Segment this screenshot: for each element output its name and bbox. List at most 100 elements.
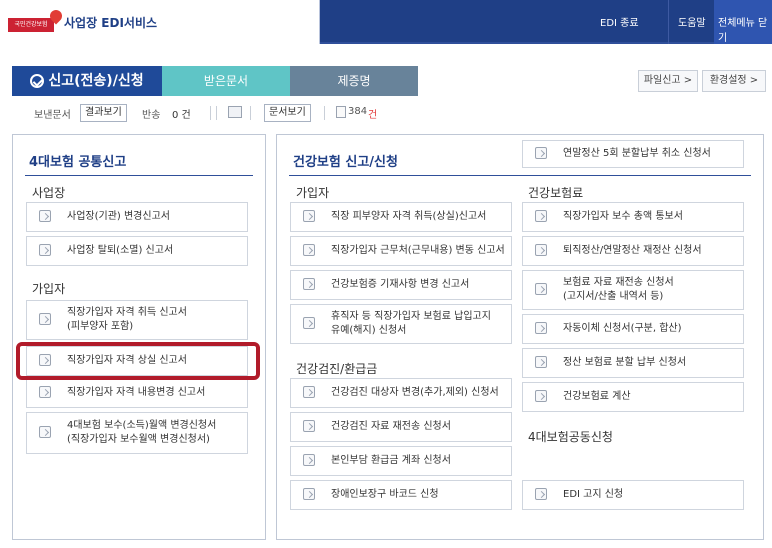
form-doc-icon xyxy=(303,317,315,329)
form-settlement-installment[interactable]: 정산 보험료 분할 납부 신청서 xyxy=(522,348,744,378)
form-label: 직장가입자 자격 취득 신고서 (피부양자 포함) xyxy=(67,307,187,332)
nhis-logo[interactable]: 국민건강보험 xyxy=(8,18,54,32)
doc-view-button[interactable]: 문서보기 xyxy=(264,104,311,122)
form-doc-icon xyxy=(39,244,51,256)
form-label: 건강검진 대상자 변경(추가,제외) 신청서 xyxy=(331,387,499,398)
form-doc-icon xyxy=(303,420,315,432)
form-label: 사업장 탈퇴(소멸) 신고서 xyxy=(67,245,174,256)
toolbar-divider xyxy=(216,106,217,120)
form-doc-icon xyxy=(535,283,547,295)
form-label: 직장가입자 자격 내용변경 신고서 xyxy=(67,387,206,398)
envelope-icon[interactable] xyxy=(228,106,242,118)
tab-certificates[interactable]: 제증명 xyxy=(290,66,418,96)
form-auto-transfer[interactable]: 자동이체 신청서(구분, 합산) xyxy=(522,314,744,344)
form-insurance-card-change[interactable]: 건강보험증 기재사항 변경 신고서 xyxy=(290,270,512,300)
form-label: 직장 피부양자 자격 취득(상실)신고서 xyxy=(331,211,487,222)
form-checkup-target-change[interactable]: 건강검진 대상자 변경(추가,제외) 신청서 xyxy=(290,378,512,408)
form-doc-icon xyxy=(535,147,547,159)
doc-count-unit: 건 xyxy=(368,110,378,121)
form-salary-change[interactable]: 4대보험 보수(소득)월액 변경신청서 (직장가입자 보수월액 변경신청서) xyxy=(26,412,248,454)
form-workplace-withdraw[interactable]: 사업장 탈퇴(소멸) 신고서 xyxy=(26,236,248,266)
highlight-annotation xyxy=(16,342,260,380)
form-label: 연말정산 5회 분할납부 취소 신청서 xyxy=(563,148,711,159)
form-label: 보험료 자료 재전송 신청서 (고지서/산출 내역서 등) xyxy=(563,277,674,302)
form-label: 퇴직정산/연말정산 재정산 신청서 xyxy=(563,245,702,256)
tab-label: 신고(전송)/신청 xyxy=(48,73,144,89)
form-label: 장애인보장구 바코드 신청 xyxy=(331,489,439,500)
form-doc-icon xyxy=(39,386,51,398)
header-divider xyxy=(668,0,669,44)
form-workplace-change[interactable]: 사업장(기관) 변경신고서 xyxy=(26,202,248,232)
help-link[interactable]: 도움말 xyxy=(678,14,706,29)
form-premium-resend[interactable]: 보험료 자료 재전송 신청서 (고지서/산출 내역서 등) xyxy=(522,270,744,310)
panel-title: 4대보험 공통신고 xyxy=(29,155,127,170)
form-doc-icon xyxy=(303,210,315,222)
doc-count-number[interactable]: 384 xyxy=(348,106,367,117)
form-doc-icon xyxy=(535,322,547,334)
form-workplace-transfer[interactable]: 직장가입자 근무처(근무내용) 변동 신고서 xyxy=(290,236,512,266)
form-doc-icon xyxy=(303,386,315,398)
form-label: 건강보험증 기재사항 변경 신고서 xyxy=(331,279,470,290)
form-edi-notice[interactable]: EDI 고지 신청 xyxy=(522,480,744,510)
form-doc-icon xyxy=(535,210,547,222)
form-label: 4대보험 보수(소득)월액 변경신청서 (직장가입자 보수월액 변경신청서) xyxy=(67,420,217,445)
panel-title: 건강보험 신고/신청 xyxy=(293,155,398,170)
section-title-common-apply: 4대보험공동신청 xyxy=(528,430,613,444)
edi-exit-link[interactable]: EDI 종료 xyxy=(600,14,639,29)
form-leave-payment-deferral[interactable]: 휴직자 등 직장가입자 보험료 납입고지 유예(해지) 신청서 xyxy=(290,304,512,344)
form-premium-calculator[interactable]: 건강보험료 계산 xyxy=(522,382,744,412)
form-qualification-acquire[interactable]: 직장가입자 자격 취득 신고서 (피부양자 포함) xyxy=(26,300,248,340)
form-disability-barcode[interactable]: 장애인보장구 바코드 신청 xyxy=(290,480,512,510)
form-label: 직장가입자 근무처(근무내용) 변동 신고서 xyxy=(331,245,505,256)
form-dependent-qualification[interactable]: 직장 피부양자 자격 취득(상실)신고서 xyxy=(290,202,512,232)
form-doc-icon xyxy=(303,278,315,290)
section-title-workplace: 사업장 xyxy=(32,186,66,200)
form-doc-icon xyxy=(39,313,51,325)
form-doc-icon xyxy=(535,488,547,500)
form-retirement-resettle[interactable]: 퇴직정산/연말정산 재정산 신청서 xyxy=(522,236,744,266)
form-label: 건강검진 자료 재전송 신청서 xyxy=(331,421,451,432)
settings-button[interactable]: 환경설정 > xyxy=(702,70,766,92)
return-label: 반송 xyxy=(142,110,161,121)
document-icon xyxy=(336,106,346,118)
form-label: 자동이체 신청서(구분, 합산) xyxy=(563,323,682,334)
form-doc-icon xyxy=(535,356,547,368)
form-label: 사업장(기관) 변경신고서 xyxy=(67,211,170,222)
form-label: 건강보험료 계산 xyxy=(563,391,631,402)
file-report-button[interactable]: 파일신고 > xyxy=(638,70,698,92)
form-salary-total-notice[interactable]: 직장가입자 보수 총액 통보서 xyxy=(522,202,744,232)
form-installment-cancel[interactable]: 연말정산 5회 분할납부 취소 신청서 xyxy=(522,140,744,168)
result-view-button[interactable]: 결과보기 xyxy=(80,104,127,122)
section-title-subscriber: 가입자 xyxy=(32,282,66,296)
close-all-menu-link[interactable]: 전체메뉴 닫기 xyxy=(718,14,772,44)
panel-divider xyxy=(289,175,751,176)
form-doc-icon xyxy=(535,244,547,256)
form-refund-account[interactable]: 본인부담 환급금 계좌 신청서 xyxy=(290,446,512,476)
toolbar-divider xyxy=(324,106,325,120)
form-doc-icon xyxy=(39,210,51,222)
app-header: 국민건강보험 사업장 EDI서비스 EDI 종료 도움말 전체메뉴 닫기 xyxy=(0,0,772,44)
form-doc-icon xyxy=(303,454,315,466)
section-title-subscriber-health: 가입자 xyxy=(296,186,330,200)
toolbar-divider xyxy=(250,106,251,120)
sent-docs-label: 보낸문서 xyxy=(34,110,71,121)
toolbar-divider xyxy=(210,106,211,120)
section-title-checkup-refund: 건강검진/환급금 xyxy=(296,362,378,376)
form-doc-icon xyxy=(535,390,547,402)
form-checkup-resend[interactable]: 건강검진 자료 재전송 신청서 xyxy=(290,412,512,442)
form-qualification-change[interactable]: 직장가입자 자격 내용변경 신고서 xyxy=(26,378,248,408)
form-label: 직장가입자 보수 총액 통보서 xyxy=(563,211,683,222)
app-title: 사업장 EDI서비스 xyxy=(64,16,158,30)
form-doc-icon xyxy=(303,488,315,500)
form-label: 휴직자 등 직장가입자 보험료 납입고지 유예(해지) 신청서 xyxy=(331,311,491,336)
tab-received-docs[interactable]: 받은문서 xyxy=(162,66,290,96)
section-title-premium: 건강보험료 xyxy=(528,186,584,200)
panel-divider xyxy=(25,175,253,176)
form-doc-icon xyxy=(303,244,315,256)
form-label: 본인부담 환급금 계좌 신청서 xyxy=(331,455,451,466)
tab-report-send[interactable]: 신고(전송)/신청 xyxy=(12,66,162,96)
return-count[interactable]: 0 건 xyxy=(172,106,191,121)
form-label: EDI 고지 신청 xyxy=(563,489,624,500)
form-doc-icon xyxy=(39,426,51,438)
check-circle-icon xyxy=(30,74,45,88)
